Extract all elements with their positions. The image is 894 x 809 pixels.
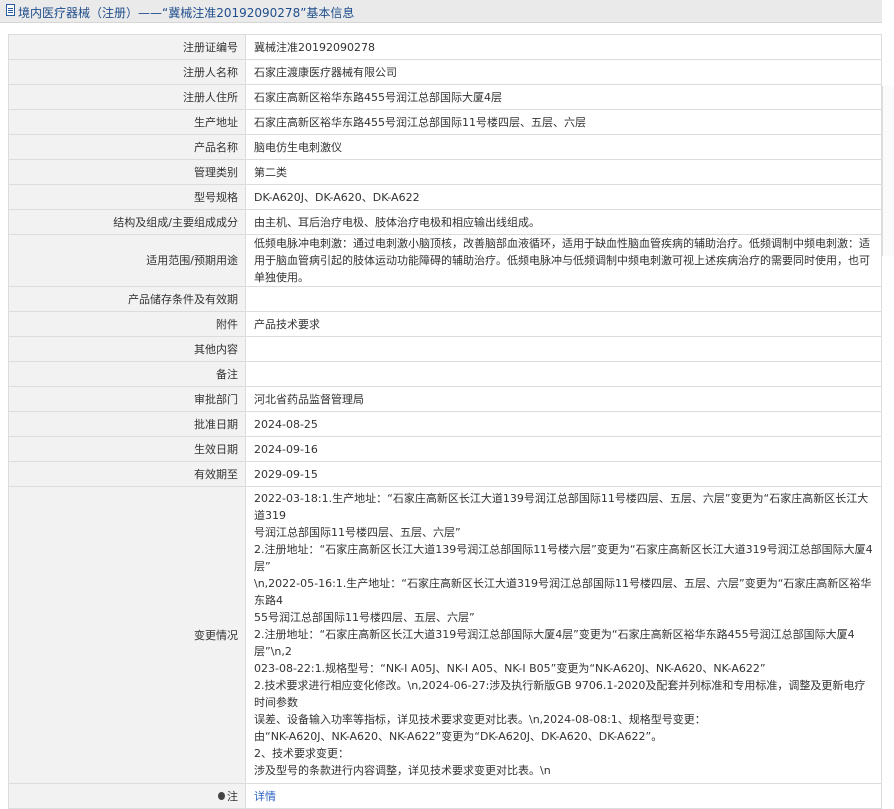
field-value: 河北省药品监督管理局 <box>245 386 882 412</box>
change-line: 2.注册地址：“石家庄高新区长江大道319号润江总部国际大厦4层”变更为“石家庄… <box>254 628 855 658</box>
field-value: 2024-09-16 <box>245 436 882 462</box>
field-value: 脑电仿生电刺激仪 <box>245 134 882 160</box>
change-history-value: 2022-03-18:1.生产地址：“石家庄高新区长江大道139号润江总部国际1… <box>245 486 882 784</box>
table-row: 注册人住所 石家庄高新区裕华东路455号润江总部国际大厦4层 <box>8 84 882 110</box>
field-value: 石家庄高新区裕华东路455号润江总部国际大厦4层 <box>245 84 882 110</box>
lightbulb-icon <box>218 791 225 800</box>
field-label: 备注 <box>8 361 246 387</box>
field-label: 附件 <box>8 311 246 337</box>
field-value <box>245 286 882 312</box>
field-label: 生产地址 <box>8 109 246 135</box>
field-value: 石家庄渡康医疗器械有限公司 <box>245 59 882 85</box>
table-row: 管理类别 第二类 <box>8 159 882 185</box>
table-row: 适用范围/预期用途 低频电脉冲电刺激：通过电刺激小脑顶核，改善脑部血液循环，适用… <box>8 234 882 287</box>
note-value-cell: 详情 <box>245 783 882 809</box>
field-value: 产品技术要求 <box>245 311 882 337</box>
field-value <box>245 361 882 387</box>
change-line: 由“NK-A620J、NK-A620、NK-A622”变更为“DK-A620J、… <box>254 730 663 743</box>
field-value: 冀械注准20192090278 <box>245 34 882 60</box>
field-value: 由主机、耳后治疗电极、肢体治疗电极和相应输出线组成。 <box>245 209 882 235</box>
table-row: 有效期至 2029-09-15 <box>8 461 882 487</box>
table-row: 注册人名称 石家庄渡康医疗器械有限公司 <box>8 59 882 85</box>
field-value: 2024-08-25 <box>245 411 882 437</box>
field-label: 批准日期 <box>8 411 246 437</box>
page-header: 境内医疗器械（注册）——“冀械注准20192090278”基本信息 <box>0 0 882 23</box>
page-title: 境内医疗器械（注册）——“冀械注准20192090278”基本信息 <box>18 6 355 20</box>
table-row: 产品名称 脑电仿生电刺激仪 <box>8 134 882 160</box>
table-row-note: 注 详情 <box>8 783 882 809</box>
change-line: 2.技术要求进行相应变化修改。\n,2024-06-27:涉及执行新版GB 97… <box>254 679 866 709</box>
field-value: 低频电脉冲电刺激：通过电刺激小脑顶核，改善脑部血液循环，适用于缺血性脑血管疾病的… <box>245 234 882 287</box>
field-label: 变更情况 <box>8 486 246 784</box>
detail-link[interactable]: 详情 <box>254 790 276 803</box>
document-icon <box>6 4 15 16</box>
field-label: 结构及组成/主要组成成分 <box>8 209 246 235</box>
change-line: 误差、设备输入功率等指标，详见技术要求变更对比表。\n,2024-08-08:1… <box>254 713 706 726</box>
field-value: 第二类 <box>245 159 882 185</box>
table-row: 批准日期 2024-08-25 <box>8 411 882 437</box>
field-label: 注册人名称 <box>8 59 246 85</box>
field-label: 有效期至 <box>8 461 246 487</box>
field-label: 产品储存条件及有效期 <box>8 286 246 312</box>
change-line: 号润江总部国际11号楼四层、五层、六层” <box>254 526 461 539</box>
change-line: 55号润江总部国际11号楼四层、五层、六层” <box>254 611 475 624</box>
field-value <box>245 336 882 362</box>
field-value: DK-A620J、DK-A620、DK-A622 <box>245 184 882 210</box>
table-row: 生产地址 石家庄高新区裕华东路455号润江总部国际11号楼四层、五层、六层 <box>8 109 882 135</box>
field-label: 审批部门 <box>8 386 246 412</box>
field-label: 其他内容 <box>8 336 246 362</box>
field-label: 管理类别 <box>8 159 246 185</box>
field-label: 适用范围/预期用途 <box>8 234 246 287</box>
change-line: 2、技术要求变更： <box>254 747 349 760</box>
table-row: 其他内容 <box>8 336 882 362</box>
table-row: 附件 产品技术要求 <box>8 311 882 337</box>
table-row: 备注 <box>8 361 882 387</box>
table-row: 产品储存条件及有效期 <box>8 286 882 312</box>
field-label: 型号规格 <box>8 184 246 210</box>
change-line: 2022-03-18:1.生产地址：“石家庄高新区长江大道139号润江总部国际1… <box>254 492 869 522</box>
table-row: 注册证编号 冀械注准20192090278 <box>8 34 882 60</box>
change-line: \n,2022-05-16:1.生产地址：“石家庄高新区长江大道319号润江总部… <box>254 577 872 607</box>
side-scrollbar[interactable] <box>882 86 894 256</box>
change-line: 2.注册地址：“石家庄高新区长江大道139号润江总部国际11号楼六层”变更为“石… <box>254 543 873 573</box>
registration-info-table: 注册证编号 冀械注准20192090278 注册人名称 石家庄渡康医疗器械有限公… <box>8 34 882 809</box>
field-value: 石家庄高新区裕华东路455号润江总部国际11号楼四层、五层、六层 <box>245 109 882 135</box>
table-row: 型号规格 DK-A620J、DK-A620、DK-A622 <box>8 184 882 210</box>
field-label: 注册人住所 <box>8 84 246 110</box>
change-line: 涉及型号的条款进行内容调整，详见技术要求变更对比表。\n <box>254 764 551 777</box>
field-label: 产品名称 <box>8 134 246 160</box>
note-label: 注 <box>227 789 238 803</box>
field-label: 注册证编号 <box>8 34 246 60</box>
table-row: 审批部门 河北省药品监督管理局 <box>8 386 882 412</box>
table-row: 生效日期 2024-09-16 <box>8 436 882 462</box>
table-row: 结构及组成/主要组成成分 由主机、耳后治疗电极、肢体治疗电极和相应输出线组成。 <box>8 209 882 235</box>
note-label-cell: 注 <box>8 783 246 809</box>
field-label: 生效日期 <box>8 436 246 462</box>
table-row-change-history: 变更情况 2022-03-18:1.生产地址：“石家庄高新区长江大道139号润江… <box>8 486 882 784</box>
change-line: 023-08-22:1.规格型号：“NK-I A05J、NK-I A05、NK-… <box>254 662 766 675</box>
field-value: 2029-09-15 <box>245 461 882 487</box>
